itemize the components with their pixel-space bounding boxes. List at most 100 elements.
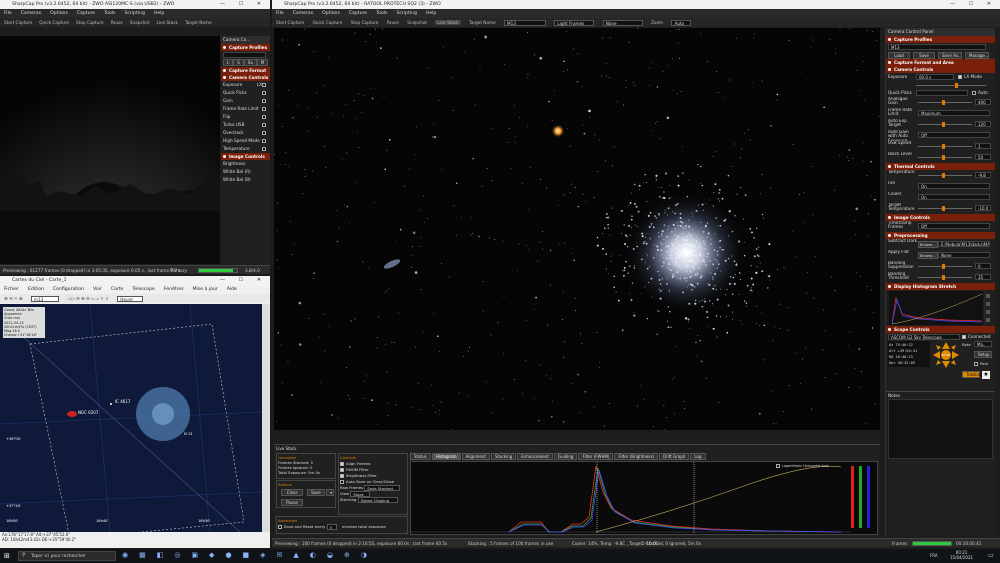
dark-select[interactable]: None (602, 20, 643, 26)
cdc-menu-item[interactable]: Fenêtres (164, 287, 184, 292)
notification-icon[interactable]: ▭ (988, 552, 994, 559)
cdc-search-input[interactable]: m13 (30, 296, 59, 302)
left-toolbar-item[interactable]: Live Stack (156, 20, 177, 25)
stack-tab[interactable]: Log (690, 453, 706, 460)
setup-button[interactable]: Setup (974, 351, 992, 358)
start-capture-button[interactable]: Start Capture (276, 20, 304, 25)
control-slider[interactable] (918, 173, 972, 178)
histogram-area[interactable]: Logarithmic Horizontal Axis (410, 461, 878, 535)
lx-mode-option[interactable]: LX Mode (958, 73, 982, 81)
tracking-button[interactable]: Tracking (962, 371, 983, 378)
quick-capture-button[interactable]: Quick Capture (313, 20, 343, 25)
pause-button[interactable]: Pause (387, 20, 399, 25)
frame-type-select[interactable]: Light Frames (554, 20, 595, 26)
control-slider[interactable] (918, 144, 972, 149)
left-section-camera[interactable]: Camera Controls (221, 74, 270, 81)
scope-direction-pad[interactable]: STOP (932, 341, 960, 369)
clock[interactable]: 00:21 15/04/2021 (950, 550, 973, 560)
stop-capture-button[interactable]: Stop Capture (351, 20, 379, 25)
minutes-input[interactable]: 5 (326, 524, 337, 530)
left-control-checkbox[interactable] (262, 139, 266, 143)
main-menu-item[interactable]: File (276, 11, 284, 16)
control-value[interactable]: -10.0 (975, 205, 991, 211)
main-menu-item[interactable]: Cameras (293, 11, 313, 16)
browse-button[interactable]: Browse... (918, 241, 938, 248)
window-controls[interactable]: — ☐ ✕ (220, 0, 267, 9)
control-value[interactable]: E:\Nebula\M13\darks\MASTER (938, 241, 990, 247)
snapshot-button[interactable]: Snapshot (407, 20, 427, 25)
save-as-profile-button[interactable]: Save As... (938, 52, 962, 59)
section-preprocessing[interactable]: Preprocessing (886, 232, 995, 239)
section-display-histogram[interactable]: Display Histogram Stretch (886, 283, 995, 290)
load-profile-button[interactable]: Load (888, 52, 910, 59)
section-capture-format[interactable]: Capture Format and Area (886, 59, 995, 66)
stacking-select[interactable]: Sigma Clipping (357, 497, 398, 503)
control-value[interactable]: 0 (975, 263, 991, 269)
auto-exposure-option[interactable]: Auto (972, 89, 988, 97)
section-capture-profiles[interactable]: Capture Profiles (886, 36, 995, 43)
star-icon[interactable]: ★ (982, 371, 990, 379)
left-control-checkbox[interactable] (262, 147, 266, 151)
rate-select[interactable]: Ma.. (974, 341, 992, 347)
main-menu-item[interactable]: Scripting (396, 11, 416, 16)
left-control-checkbox[interactable] (262, 123, 266, 127)
control-slider[interactable] (918, 122, 972, 127)
browse-button[interactable]: Browse... (918, 252, 938, 259)
cdc-menu-item[interactable]: Telescope (132, 287, 154, 292)
control-value[interactable]: 120 (975, 121, 991, 127)
left-section-format[interactable]: Capture Format (221, 67, 270, 74)
left-section-image[interactable]: Image Controls (221, 153, 270, 160)
stack-tab[interactable]: Histogram (431, 453, 461, 460)
left-menu-item[interactable]: Capture (77, 11, 95, 16)
main-menu-item[interactable]: Tools (376, 11, 387, 16)
left-section-profiles[interactable]: Capture Profiles (221, 44, 270, 51)
exposure-slider[interactable] (916, 83, 986, 88)
cdc-menu-item[interactable]: Fichier (4, 287, 19, 292)
left-control-checkbox[interactable] (262, 99, 266, 103)
left-control-checkbox[interactable] (262, 83, 266, 87)
left-toolbar-item[interactable]: Quick Capture (39, 20, 69, 25)
left-control-checkbox[interactable] (262, 107, 266, 111)
control-value[interactable]: -9.8 (975, 172, 991, 178)
stack-tab[interactable]: Status (410, 453, 431, 460)
save-profile-button[interactable]: Save (913, 52, 935, 59)
section-camera-controls[interactable]: Camera Controls (886, 66, 995, 73)
left-menu-item[interactable]: Help (154, 11, 164, 16)
clear-button[interactable]: Clear (281, 489, 303, 496)
cdc-icons[interactable]: ☰ ⟲ ☼ ⊕ (4, 296, 23, 301)
left-control-checkbox[interactable] (262, 131, 266, 135)
main-menu-item[interactable]: Help (426, 11, 436, 16)
cdc-menu-item[interactable]: Aide (227, 287, 237, 292)
cdc-menu-item[interactable]: Configuration (53, 287, 84, 292)
profile-select[interactable]: M13 (888, 44, 986, 50)
control-value[interactable]: None (938, 252, 990, 258)
stack-tab[interactable]: Filter (Brightness) (614, 453, 659, 460)
park-option[interactable]: Park (974, 361, 988, 366)
stacked-image-view[interactable] (274, 28, 880, 430)
main-window-controls[interactable]: — ☐ ✕ (950, 0, 997, 9)
section-scope-controls[interactable]: Scope Controls (886, 326, 995, 333)
live-stack-button[interactable]: Live Stack (435, 20, 461, 25)
main-menu-item[interactable]: Capture (349, 11, 367, 16)
control-value[interactable]: On (918, 194, 990, 200)
target-name-input[interactable]: M13 (504, 20, 546, 26)
pause-stack-button[interactable]: Pause (281, 499, 303, 506)
cdc-mode-select[interactable]: Heure (117, 296, 144, 302)
language-indicator[interactable]: FRA (930, 553, 938, 558)
control-value[interactable]: 50 (975, 154, 991, 160)
control-value[interactable]: 35 (975, 274, 991, 280)
quick-picks-select[interactable] (916, 90, 968, 96)
control-value[interactable]: On (918, 183, 990, 189)
stack-tab[interactable]: Guiding (553, 453, 578, 460)
log-axis-option[interactable]: Logarithmic Horizontal Axis (776, 464, 829, 468)
control-value[interactable]: Maximum (918, 110, 990, 116)
exposure-input[interactable]: 60.0 s (916, 74, 954, 80)
control-slider[interactable] (918, 206, 972, 211)
windows-start-icon[interactable]: ⊞ (4, 552, 10, 560)
left-toolbar-item[interactable]: Target Name (185, 20, 212, 25)
left-menu-item[interactable]: Cameras (21, 11, 41, 16)
cdc-scrollbar[interactable] (262, 304, 270, 532)
manage-profile-button[interactable]: Manage... (965, 52, 989, 59)
control-value[interactable]: 400 (975, 99, 991, 105)
zoom-select[interactable]: Auto (671, 20, 692, 26)
